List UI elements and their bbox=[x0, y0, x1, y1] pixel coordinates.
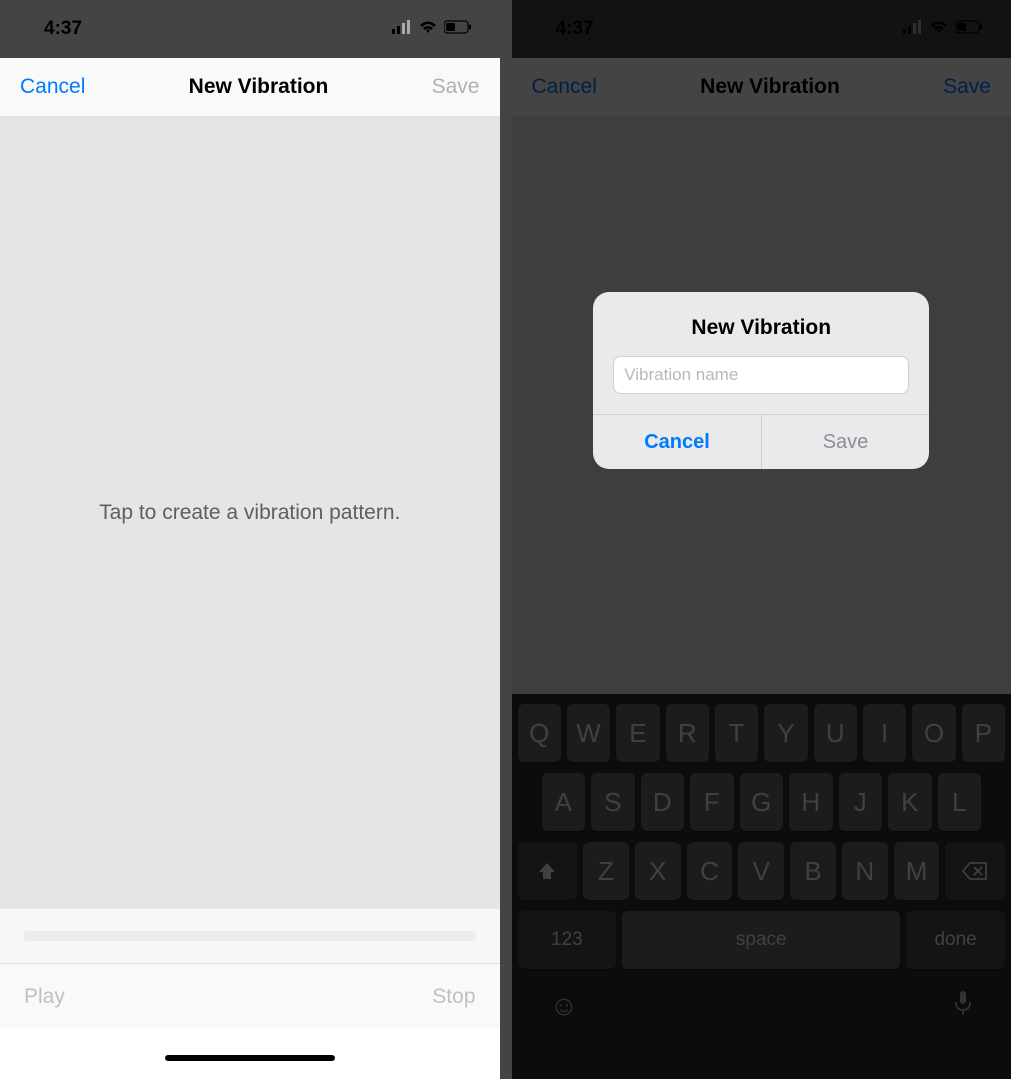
key-r[interactable]: R bbox=[666, 704, 709, 762]
delete-key[interactable] bbox=[945, 842, 1005, 900]
mic-icon[interactable] bbox=[953, 990, 973, 1023]
bottom-bar: Play Stop bbox=[0, 964, 500, 1029]
alert-title: New Vibration bbox=[593, 292, 929, 356]
key-n[interactable]: N bbox=[842, 842, 888, 900]
key-l[interactable]: L bbox=[938, 773, 982, 831]
key-o[interactable]: O bbox=[912, 704, 955, 762]
done-key[interactable]: done bbox=[906, 911, 1005, 969]
key-h[interactable]: H bbox=[789, 773, 833, 831]
keyboard: Q W E R T Y U I O P A S D F G H J K L Z … bbox=[512, 694, 1011, 1079]
play-button: Play bbox=[24, 985, 65, 1009]
shift-key[interactable] bbox=[518, 842, 578, 900]
status-time: 4:37 bbox=[44, 18, 82, 40]
key-c[interactable]: C bbox=[687, 842, 733, 900]
key-f[interactable]: F bbox=[690, 773, 734, 831]
key-i[interactable]: I bbox=[863, 704, 906, 762]
stop-button: Stop bbox=[432, 985, 475, 1009]
key-a[interactable]: A bbox=[542, 773, 586, 831]
keyboard-row-1: Q W E R T Y U I O P bbox=[518, 704, 1006, 762]
left-phone-screen: 4:37 Cancel New Vibration Save Tap to cr… bbox=[0, 0, 500, 1079]
keyboard-bottom-row: ☺ bbox=[518, 980, 1006, 1023]
alert-input-wrap bbox=[593, 356, 929, 414]
key-x[interactable]: X bbox=[635, 842, 681, 900]
alert-buttons: Cancel Save bbox=[593, 414, 929, 469]
keyboard-row-3: Z X C V B N M bbox=[518, 842, 1006, 900]
key-q[interactable]: Q bbox=[518, 704, 561, 762]
wifi-icon bbox=[418, 18, 438, 40]
key-d[interactable]: D bbox=[641, 773, 685, 831]
cellular-icon bbox=[392, 18, 412, 40]
key-p[interactable]: P bbox=[962, 704, 1005, 762]
keyboard-row-2: A S D F G H J K L bbox=[518, 773, 1006, 831]
key-j[interactable]: J bbox=[839, 773, 883, 831]
key-z[interactable]: Z bbox=[583, 842, 629, 900]
new-vibration-alert: New Vibration Cancel Save bbox=[593, 292, 929, 469]
nav-title: New Vibration bbox=[189, 75, 329, 99]
vibration-canvas[interactable]: Tap to create a vibration pattern. bbox=[0, 116, 500, 909]
key-g[interactable]: G bbox=[740, 773, 784, 831]
status-icons bbox=[392, 18, 472, 40]
save-button: Save bbox=[432, 75, 480, 99]
tap-prompt: Tap to create a vibration pattern. bbox=[99, 501, 400, 525]
home-indicator[interactable] bbox=[165, 1055, 335, 1061]
alert-cancel-button[interactable]: Cancel bbox=[593, 415, 762, 469]
key-y[interactable]: Y bbox=[764, 704, 807, 762]
alert-save-button: Save bbox=[762, 415, 930, 469]
space-key[interactable]: space bbox=[622, 911, 900, 969]
battery-icon bbox=[955, 18, 983, 40]
progress-bar bbox=[24, 931, 476, 941]
status-icons bbox=[903, 18, 983, 40]
progress-area bbox=[0, 909, 500, 964]
nav-bar: Cancel New Vibration Save bbox=[0, 58, 500, 116]
key-k[interactable]: K bbox=[888, 773, 932, 831]
status-bar: 4:37 bbox=[512, 0, 1011, 58]
nav-title: New Vibration bbox=[700, 75, 840, 99]
emoji-icon[interactable]: ☺ bbox=[550, 990, 579, 1023]
key-e[interactable]: E bbox=[616, 704, 659, 762]
key-u[interactable]: U bbox=[814, 704, 857, 762]
key-s[interactable]: S bbox=[591, 773, 635, 831]
key-t[interactable]: T bbox=[715, 704, 758, 762]
key-m[interactable]: M bbox=[894, 842, 940, 900]
cellular-icon bbox=[903, 18, 923, 40]
vibration-name-input[interactable] bbox=[613, 356, 909, 394]
keyboard-row-4: 123 space done bbox=[518, 911, 1006, 969]
battery-icon bbox=[444, 18, 472, 40]
key-w[interactable]: W bbox=[567, 704, 610, 762]
cancel-button[interactable]: Cancel bbox=[20, 75, 85, 99]
wifi-icon bbox=[929, 18, 949, 40]
save-button[interactable]: Save bbox=[943, 75, 991, 99]
status-bar: 4:37 bbox=[0, 0, 500, 58]
right-phone-screen: 4:37 Cancel New Vibration Save Q W E R T… bbox=[512, 0, 1011, 1079]
cancel-button[interactable]: Cancel bbox=[532, 75, 597, 99]
key-b[interactable]: B bbox=[790, 842, 836, 900]
status-time: 4:37 bbox=[556, 18, 594, 40]
numbers-key[interactable]: 123 bbox=[518, 911, 617, 969]
key-v[interactable]: V bbox=[738, 842, 784, 900]
nav-bar: Cancel New Vibration Save bbox=[512, 58, 1011, 116]
